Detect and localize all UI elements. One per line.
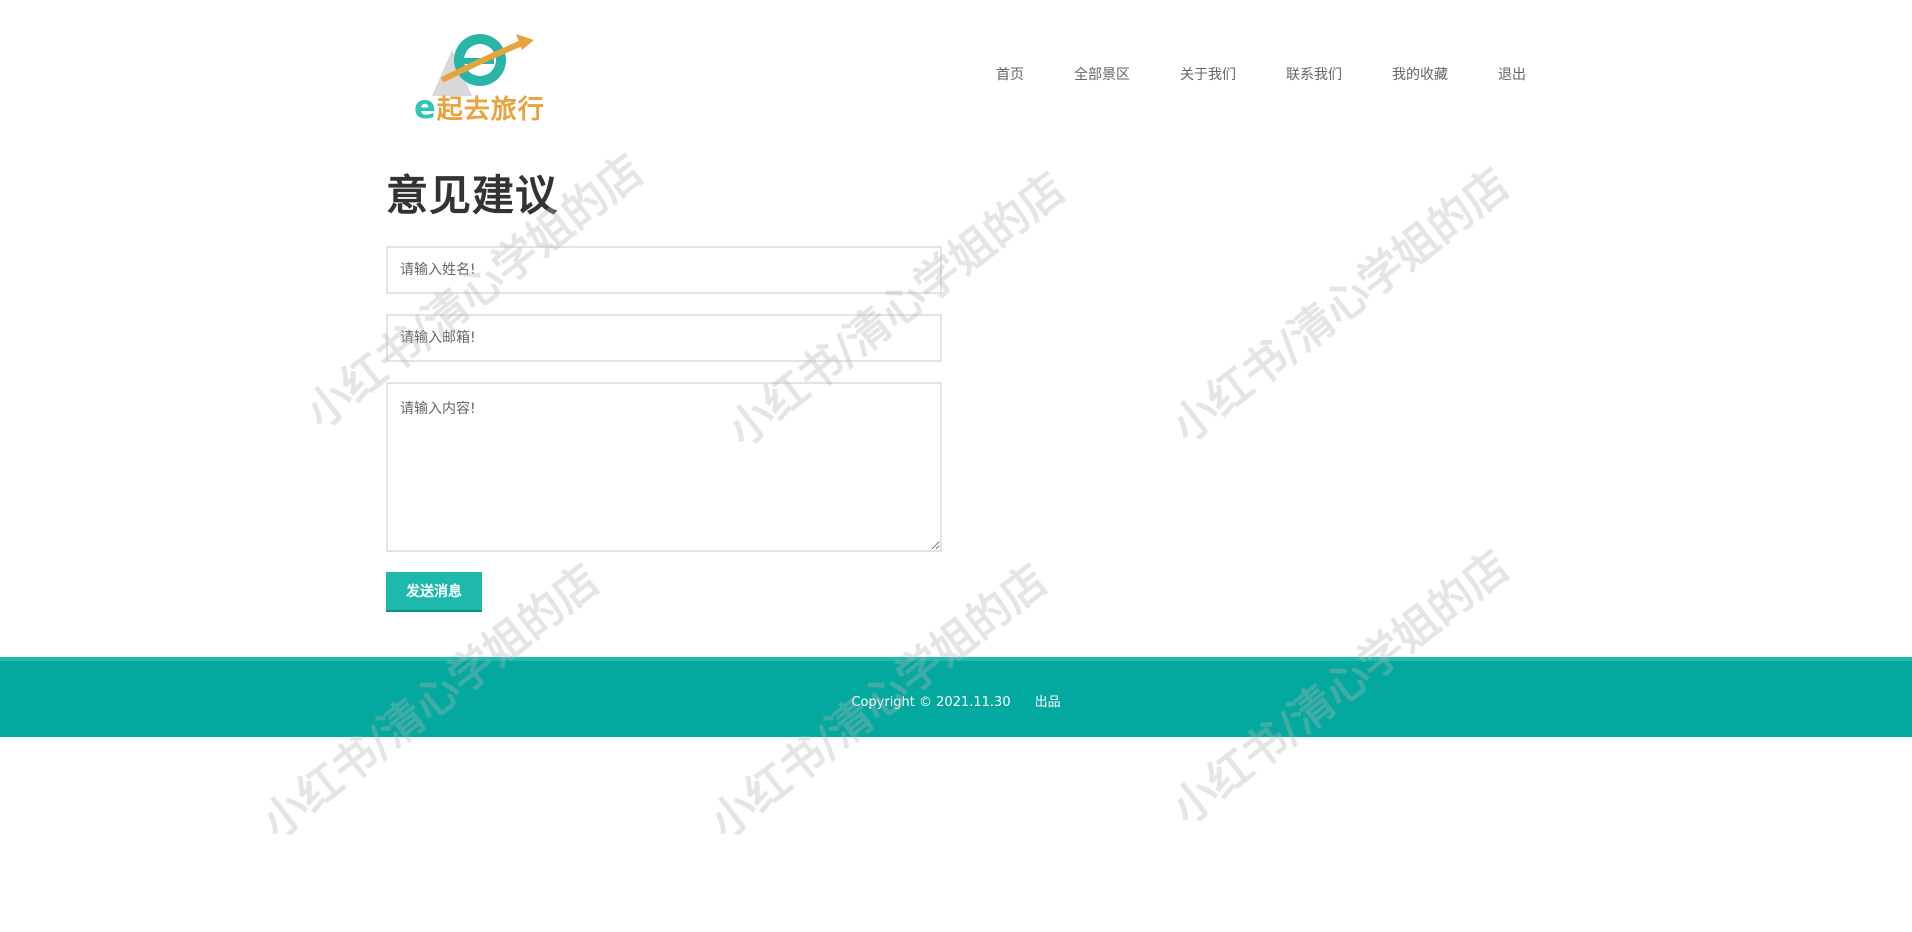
copyright-text: Copyright © 2021.11.30 — [851, 695, 1011, 710]
name-input[interactable] — [386, 246, 942, 294]
page-title: 意见建议 — [386, 171, 559, 220]
header: e起去旅行 首页 全部景区 关于我们 联系我们 我的收藏 退出 — [0, 0, 1912, 140]
nav-about[interactable]: 关于我们 — [1180, 64, 1236, 84]
nav-contact[interactable]: 联系我们 — [1286, 64, 1342, 84]
email-input[interactable] — [386, 314, 942, 362]
footer-text: Copyright © 2021.11.30 出品 — [0, 691, 1912, 710]
watermark: 小红书/清心学姐的店 — [1162, 158, 1519, 453]
nav-favorites[interactable]: 我的收藏 — [1392, 64, 1448, 84]
credit-text: 出品 — [1034, 695, 1061, 710]
logo-wordmark: 起去旅行 — [436, 95, 545, 125]
send-message-button[interactable]: 发送消息 — [386, 572, 482, 612]
content-textarea[interactable] — [386, 382, 942, 552]
logo-letter: e — [414, 88, 437, 126]
site-logo[interactable]: e起去旅行 — [412, 30, 552, 126]
main-nav: 首页 全部景区 关于我们 联系我们 我的收藏 退出 — [996, 64, 1526, 84]
nav-logout[interactable]: 退出 — [1498, 64, 1526, 84]
nav-all-scenic[interactable]: 全部景区 — [1074, 64, 1130, 84]
nav-home[interactable]: 首页 — [996, 64, 1024, 84]
footer: Copyright © 2021.11.30 出品 — [0, 657, 1912, 737]
logo-text: e起去旅行 — [414, 88, 545, 126]
feedback-form-section: 意见建议 发送消息 — [386, 168, 942, 612]
